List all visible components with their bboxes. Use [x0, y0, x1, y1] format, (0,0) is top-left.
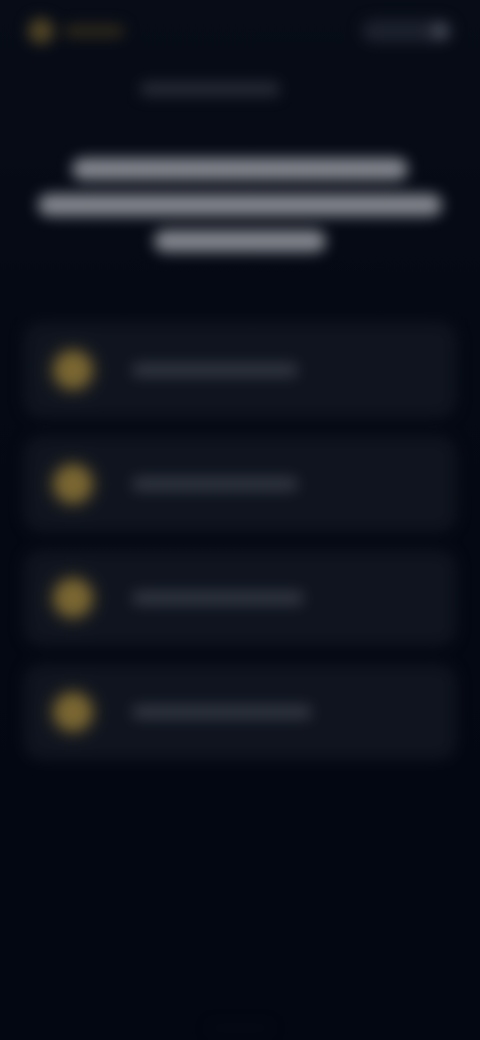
app-screen	[0, 0, 480, 1040]
dim-overlay	[0, 0, 480, 1040]
